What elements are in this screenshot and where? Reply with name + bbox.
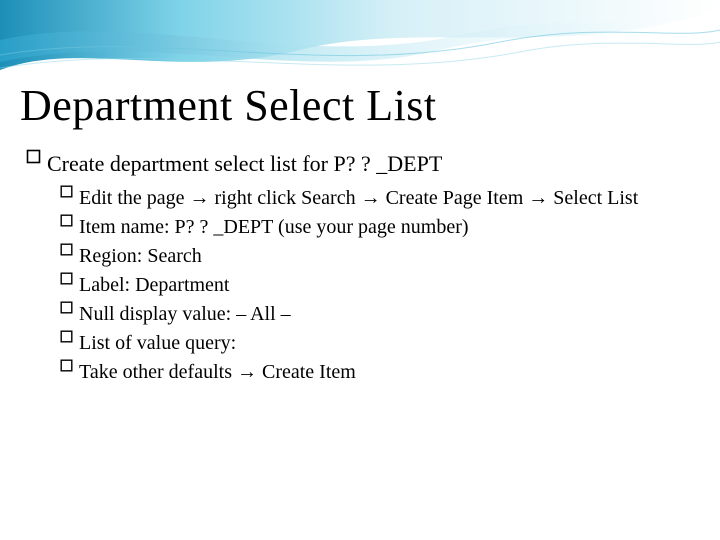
- square-bullet-icon: [26, 149, 41, 164]
- bullet-level2-text: Label: Department: [79, 272, 700, 299]
- bullet-level2-text: Null display value: – All –: [79, 301, 700, 328]
- bullet-level2: Edit the page → right click Search → Cre…: [60, 185, 700, 212]
- bullet-level2-text: Edit the page → right click Search → Cre…: [79, 185, 700, 212]
- bullet-level2: List of value query:: [60, 330, 700, 357]
- square-bullet-icon: [60, 185, 73, 198]
- slide-title: Department Select List: [20, 80, 700, 131]
- bullet-level2: Region: Search: [60, 243, 700, 270]
- square-bullet-icon: [60, 359, 73, 372]
- bullet-level1-text: Create department select list for P? ? _…: [47, 149, 700, 179]
- slide-content: Department Select List Create department…: [20, 80, 700, 388]
- square-bullet-icon: [60, 330, 73, 343]
- square-bullet-icon: [60, 272, 73, 285]
- bullet-level2: Null display value: – All –: [60, 301, 700, 328]
- bullet-level2-text: Item name: P? ? _DEPT (use your page num…: [79, 214, 700, 241]
- square-bullet-icon: [60, 243, 73, 256]
- square-bullet-icon: [60, 214, 73, 227]
- bullet-level2-text: List of value query:: [79, 330, 700, 357]
- square-bullet-icon: [60, 301, 73, 314]
- bullet-level2: Label: Department: [60, 272, 700, 299]
- bullet-level2: Item name: P? ? _DEPT (use your page num…: [60, 214, 700, 241]
- bullet-level2: Take other defaults → Create Item: [60, 359, 700, 386]
- bullet-level2-text: Take other defaults → Create Item: [79, 359, 700, 386]
- bullet-level2-text: Region: Search: [79, 243, 700, 270]
- bullet-level1: Create department select list for P? ? _…: [26, 149, 700, 179]
